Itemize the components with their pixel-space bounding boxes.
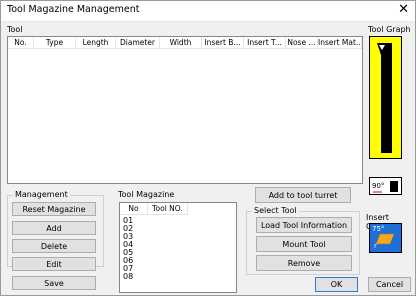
- magazine-list-header: No Tool NO.: [120, 203, 188, 215]
- column-header[interactable]: Insert Mat...: [318, 37, 362, 48]
- mount-tool-button[interactable]: Mount Tool: [256, 236, 352, 252]
- list-item[interactable]: 08: [123, 273, 133, 281]
- column-header[interactable]: Width: [160, 37, 202, 48]
- tool-angle-graph: 90°: [369, 177, 402, 195]
- column-header[interactable]: Type: [34, 37, 76, 48]
- column-header[interactable]: Tool NO.: [148, 203, 188, 214]
- tool-magazine-window: Tool Magazine Management ✕ Tool No. Type…: [0, 0, 416, 296]
- add-button[interactable]: Add: [12, 221, 96, 235]
- delete-button[interactable]: Delete: [12, 239, 96, 253]
- close-icon[interactable]: ✕: [398, 2, 409, 17]
- remove-button[interactable]: Remove: [256, 255, 352, 271]
- cutting-direction-icon: [373, 181, 398, 193]
- tool-magazine-list[interactable]: No Tool NO. 01 02 03 04 05 06 07 08: [119, 202, 237, 293]
- reset-magazine-button[interactable]: Reset Magazine: [12, 202, 96, 216]
- ok-button[interactable]: OK: [315, 277, 358, 292]
- column-header[interactable]: Length: [76, 37, 116, 48]
- load-tool-information-button[interactable]: Load Tool Information: [256, 217, 352, 233]
- column-header[interactable]: Insert B...: [202, 37, 244, 48]
- tool-graph: [369, 36, 402, 159]
- column-header[interactable]: Nose ...: [286, 37, 318, 48]
- tool-list[interactable]: No. Type Length Diameter Width Insert B.…: [7, 36, 363, 184]
- tool-graph-label: Tool Graph: [368, 25, 411, 34]
- tool-section-label: Tool: [7, 25, 23, 34]
- cancel-button[interactable]: Cancel: [368, 277, 411, 292]
- select-tool-label: Select Tool: [252, 206, 299, 215]
- magazine-rows: 01 02 03 04 05 06 07 08: [123, 217, 133, 281]
- window-title: Tool Magazine Management: [7, 4, 140, 15]
- column-header[interactable]: No: [120, 203, 148, 214]
- column-header[interactable]: Insert T...: [244, 37, 286, 48]
- insert-graph: 75° r: [369, 223, 402, 253]
- tool-list-header: No. Type Length Diameter Width Insert B.…: [8, 37, 362, 49]
- tool-holder-icon: [377, 43, 392, 153]
- column-header[interactable]: No.: [8, 37, 34, 48]
- tool-magazine-label: Tool Magazine: [118, 190, 175, 199]
- save-button[interactable]: Save: [12, 276, 96, 290]
- management-label: Management: [13, 190, 70, 199]
- title-bar: Tool Magazine Management ✕: [1, 1, 415, 22]
- edit-button[interactable]: Edit: [12, 257, 96, 271]
- column-header[interactable]: Diameter: [116, 37, 160, 48]
- insert-corner-label: r: [374, 242, 377, 250]
- add-to-tool-turret-button[interactable]: Add to tool turret: [255, 187, 351, 203]
